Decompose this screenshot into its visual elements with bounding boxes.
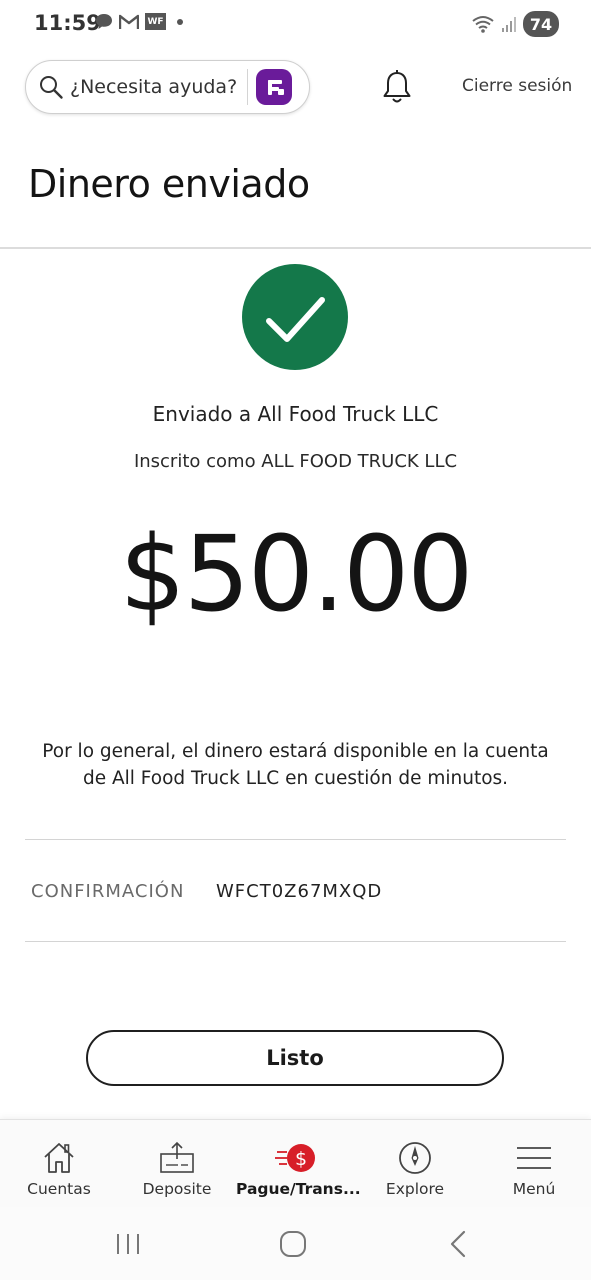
help-search-placeholder[interactable]: ¿Necesita ayuda?: [70, 76, 237, 98]
confirmation-code: WFCT0Z67MXQD: [216, 881, 383, 902]
notification-icons: WF: [95, 13, 183, 30]
chat-bubble-icon: [96, 14, 112, 29]
notifications-bell-icon[interactable]: [381, 70, 413, 106]
nav-item-accounts[interactable]: Cuentas: [0, 1120, 118, 1208]
sign-out-link[interactable]: Cierre sesión: [462, 76, 572, 96]
system-navigation-bar: [0, 1207, 591, 1280]
hamburger-menu-icon: [517, 1147, 551, 1169]
system-status-icons: 74: [471, 11, 559, 37]
recipient-text: Enviado a All Food Truck LLC: [152, 402, 439, 426]
back-button-icon[interactable]: [442, 1227, 476, 1261]
divider: [25, 839, 566, 840]
success-checkmark-icon: [242, 264, 348, 370]
deposit-icon: [160, 1141, 194, 1173]
nav-label-accounts: Cuentas: [27, 1180, 91, 1198]
wells-fargo-notification-icon: WF: [145, 13, 166, 30]
transfer-amount: $50.00: [119, 513, 474, 635]
enrolled-name-text: Inscrito como ALL FOOD TRUCK LLC: [133, 451, 458, 472]
svg-text:$: $: [295, 1148, 307, 1170]
app-header: ¿Necesita ayuda? Cierre sesión: [0, 58, 591, 118]
nav-label-deposit: Deposite: [142, 1180, 212, 1198]
nav-item-deposit[interactable]: Deposite: [118, 1120, 236, 1208]
availability-note: Por lo general, el dinero estará disponi…: [42, 741, 549, 789]
more-notifications-dot-icon: [177, 18, 183, 25]
house-icon: [44, 1143, 74, 1173]
battery-level: 74: [529, 14, 553, 34]
recent-apps-icon[interactable]: [111, 1227, 145, 1261]
bottom-navigation: Cuentas Deposite $ Pague/Trans... Explor…: [0, 1119, 591, 1207]
nav-label-explore: Explore: [385, 1180, 445, 1198]
done-button[interactable]: Listo: [86, 1030, 504, 1086]
search-icon: [40, 76, 63, 99]
nav-label-pay-transfer: Pague/Trans...: [236, 1180, 361, 1198]
gmail-icon: [119, 14, 139, 29]
title-divider: [0, 247, 591, 249]
fargo-assistant-icon[interactable]: [256, 69, 293, 105]
status-bar: 11:59 WF 74: [0, 0, 591, 48]
nav-item-pay-transfer[interactable]: $ Pague/Trans...: [236, 1120, 361, 1208]
wifi-icon: [472, 16, 494, 33]
help-search-bar[interactable]: ¿Necesita ayuda?: [25, 60, 310, 114]
status-time: 11:59: [34, 11, 101, 35]
battery-indicator: 74: [523, 11, 559, 37]
nav-item-explore[interactable]: Explore: [356, 1120, 474, 1208]
pay-transfer-icon: $: [275, 1144, 315, 1172]
divider: [25, 941, 566, 942]
divider: [247, 69, 249, 105]
home-button-icon[interactable]: [276, 1227, 310, 1261]
wf-badge-text: WF: [147, 16, 164, 27]
nav-item-menu[interactable]: Menú: [475, 1120, 591, 1208]
page-title: Dinero enviado: [28, 162, 310, 206]
compass-icon: [399, 1142, 431, 1174]
nav-label-menu: Menú: [512, 1180, 556, 1198]
signal-icon: [502, 17, 516, 32]
confirmation-label: CONFIRMACIÓN: [31, 881, 185, 902]
